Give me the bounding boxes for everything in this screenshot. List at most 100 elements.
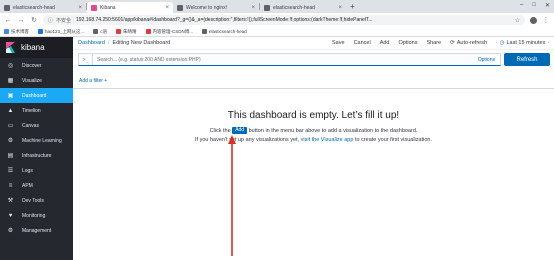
bookmark-icon xyxy=(202,29,208,34)
bookmark-item[interactable]: c语 xyxy=(93,29,107,35)
kibana-main: Dashboard / Editing New Dashboard Save C… xyxy=(73,37,554,260)
compass-icon: ◎ xyxy=(7,63,14,69)
tab-favicon-icon xyxy=(264,4,270,11)
gear-icon: ⚙ xyxy=(7,228,14,234)
refresh-cycle-icon: ⟳ xyxy=(450,40,455,46)
instruction-text: Click the xyxy=(209,128,231,134)
sidebar-item-monitoring[interactable]: ♥ Monitoring xyxy=(0,208,73,223)
browser-tab-2[interactable]: Kibana × xyxy=(87,2,173,13)
bookmark-icon xyxy=(38,29,43,34)
share-button[interactable]: Share xyxy=(426,40,441,46)
divider xyxy=(73,88,554,89)
time-picker[interactable]: ‹ ◷ Last 15 minutes › xyxy=(496,40,549,46)
tab-label: Kibana xyxy=(100,4,116,11)
auto-refresh-button[interactable]: ⟳ Auto-refresh xyxy=(450,40,487,46)
instruction-text: to create your first visualization. xyxy=(354,137,432,143)
browser-tab-1[interactable]: elasticsearch-head × xyxy=(0,2,86,13)
sidebar-item-apm[interactable]: ≡ APM xyxy=(0,178,73,193)
options-button[interactable]: Options xyxy=(398,40,417,46)
sidebar-item-ml[interactable]: ⚙ Machine Learning xyxy=(0,133,73,148)
browser-tab-4[interactable]: elasticsearch-head × xyxy=(260,2,346,13)
sidebar-item-label: Visualize xyxy=(22,77,42,84)
forward-arrow-icon[interactable]: → xyxy=(17,17,25,24)
bookmark-item[interactable]: 技术博客 xyxy=(4,29,29,35)
add-button[interactable]: Add xyxy=(380,40,390,46)
tab-favicon-icon xyxy=(177,4,183,11)
address-bar-row: ← → ↻ ⓘ 不安全 192.168.74.250:5601/app/kiba… xyxy=(0,13,554,27)
query-options-button[interactable]: Options xyxy=(473,57,500,63)
sidebar-item-devtools[interactable]: ⚒ Dev Tools xyxy=(0,193,73,208)
ml-icon: ⚙ xyxy=(7,138,14,144)
save-button[interactable]: Save xyxy=(332,40,345,46)
sidebar-item-discover[interactable]: ◎ Discover xyxy=(0,58,73,73)
add-chip-button[interactable]: Add xyxy=(232,127,248,135)
new-tab-button[interactable]: + xyxy=(346,2,359,11)
sidebar-item-timelion[interactable]: ▲ Timelion xyxy=(0,103,73,118)
cancel-button[interactable]: Cancel xyxy=(354,40,371,46)
refresh-button[interactable]: Refresh xyxy=(504,53,550,66)
bookmark-icon xyxy=(116,29,122,34)
close-window-icon[interactable]: ✕ xyxy=(545,2,550,9)
apm-icon: ≡ xyxy=(8,182,13,189)
bookmark-star-icon[interactable]: ☆ xyxy=(511,17,520,24)
bookmark-item[interactable]: 朱晴晴 xyxy=(116,29,137,35)
heartbeat-icon: ♥ xyxy=(8,212,13,219)
kibana-logo-icon xyxy=(6,42,15,53)
close-icon[interactable]: × xyxy=(251,5,255,11)
breadcrumb-separator: / xyxy=(107,40,110,46)
info-icon[interactable]: ⓘ xyxy=(48,17,53,24)
profile-avatar-icon[interactable] xyxy=(530,16,537,24)
add-filter-button[interactable]: Add a filter + xyxy=(79,78,107,84)
bookmark-label: 内容管理-CSDN博... xyxy=(152,28,194,34)
sidebar-item-label: Logs xyxy=(22,167,33,174)
close-icon[interactable]: × xyxy=(78,5,82,11)
visualize-app-link[interactable]: visit the Visualize app xyxy=(301,137,354,143)
insecure-label: 不安全 xyxy=(56,17,72,24)
sidebar-item-canvas[interactable]: ▭ Canvas xyxy=(0,118,73,133)
sidebar-item-label: Management xyxy=(22,227,52,234)
bookmark-label: hao123_上网从这... xyxy=(45,28,85,34)
sidebar-item-management[interactable]: ⚙ Management xyxy=(0,223,73,238)
close-icon[interactable]: × xyxy=(165,5,169,11)
bookmark-icon xyxy=(4,29,9,34)
reload-icon[interactable]: ↻ xyxy=(30,16,38,24)
instruction-text: If you haven't set up any visualizations… xyxy=(195,137,300,143)
bookmark-item[interactable]: 内容管理-CSDN博... xyxy=(145,28,194,35)
search-input[interactable] xyxy=(93,54,473,65)
back-arrow-icon[interactable]: ← xyxy=(4,17,12,24)
chevron-right-icon[interactable]: › xyxy=(547,40,549,46)
sidebar-item-label: Infrastructure xyxy=(22,152,52,159)
tab-label: elasticsearch-head xyxy=(273,4,315,11)
breadcrumb-dashboard-link[interactable]: Dashboard xyxy=(78,40,105,46)
sidebar-item-visualize[interactable]: ▦ Visualize xyxy=(0,73,73,88)
chevron-left-icon[interactable]: ‹ xyxy=(496,40,498,46)
minimize-icon[interactable]: – xyxy=(520,2,523,9)
bookmark-label: elasticsearch-head xyxy=(209,29,247,34)
bookmark-item[interactable]: elasticsearch-head xyxy=(202,29,247,34)
brand-name: kibana xyxy=(21,43,45,52)
close-icon[interactable]: × xyxy=(338,5,342,11)
kibana-sidebar: kibana ◎ Discover ▦ Visualize ▣ Dashboard ▲… xyxy=(0,37,73,260)
browser-tab-3[interactable]: Welcome to nginx! × xyxy=(173,2,259,13)
auto-refresh-label: Auto-refresh xyxy=(456,40,488,46)
bookmarks-bar: 技术博客 hao123_上网从这... c语 朱晴晴 内容管理-CSDN博...… xyxy=(0,27,554,37)
bookmark-item[interactable]: hao123_上网从这... xyxy=(38,29,84,35)
top-nav: Dashboard / Editing New Dashboard Save C… xyxy=(73,37,554,50)
sidebar-item-logs[interactable]: ☰ Logs xyxy=(0,163,73,178)
sidebar-item-dashboard[interactable]: ▣ Dashboard xyxy=(0,88,73,103)
url-input[interactable]: ⓘ 不安全 192.168.74.250:5601/app/kibana#/da… xyxy=(43,15,525,25)
instruction-text: button in the menu bar above to add a vi… xyxy=(248,128,418,134)
query-language-prompt[interactable]: >_ xyxy=(79,54,93,65)
sidebar-item-infrastructure[interactable]: ▤ Infrastructure xyxy=(0,148,73,163)
breadcrumb-current: Editing New Dashboard xyxy=(112,40,171,46)
time-range-label: Last 15 minutes xyxy=(506,40,546,46)
window-controls: – □ ✕ xyxy=(520,2,550,9)
sidebar-item-label: APM xyxy=(22,182,33,189)
bookmark-icon xyxy=(145,29,151,34)
menu-dots-icon[interactable]: ⋮ xyxy=(542,16,550,24)
query-bar: >_ Options xyxy=(78,53,501,66)
wrench-icon: ⚒ xyxy=(7,198,14,204)
kibana-brand[interactable]: kibana xyxy=(0,37,73,58)
kibana-favicon-icon xyxy=(91,4,97,11)
maximize-icon[interactable]: □ xyxy=(532,2,536,9)
